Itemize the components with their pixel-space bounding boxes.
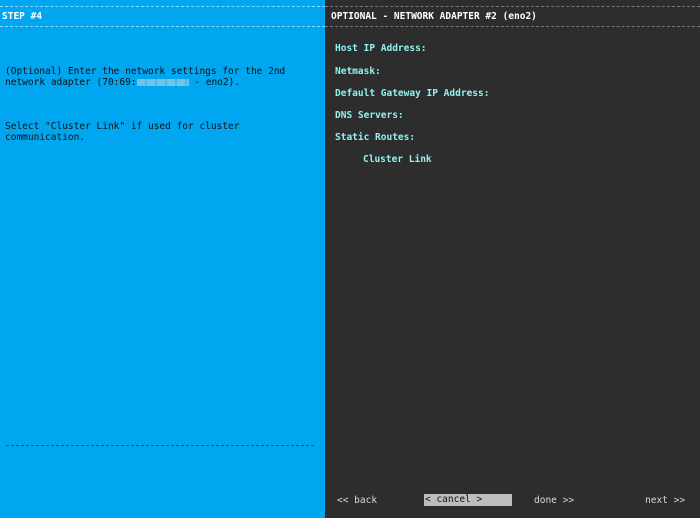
static-routes-field[interactable]: Static Routes:	[335, 132, 415, 143]
description-line-2-end: - eno2).	[188, 77, 241, 88]
cluster-link-option[interactable]: Cluster Link	[363, 154, 432, 165]
back-button[interactable]: << back	[337, 495, 377, 506]
description-line-3: Select "Cluster Link" if used for cluste…	[5, 121, 240, 132]
bottom-divider	[6, 445, 314, 446]
next-button[interactable]: next >>	[645, 495, 685, 506]
description-line-4: communication.	[5, 132, 86, 143]
network-adapter-form: OPTIONAL - NETWORK ADAPTER #2 (eno2) Hos…	[325, 0, 700, 518]
description-line-2-start: network adapter (70:69:	[5, 77, 137, 88]
step-description: (Optional) Enter the network settings fo…	[5, 44, 315, 176]
done-button[interactable]: done >>	[534, 495, 574, 506]
step-title: STEP #4	[2, 11, 43, 22]
dns-servers-field[interactable]: DNS Servers:	[335, 110, 404, 121]
top-divider	[0, 6, 325, 7]
cancel-button[interactable]: < cancel >	[424, 494, 512, 506]
netmask-field[interactable]: Netmask:	[335, 66, 381, 77]
title-divider	[0, 26, 325, 27]
redacted-mac-address	[136, 79, 189, 86]
form-title-divider	[325, 26, 700, 27]
form-top-divider	[325, 6, 700, 7]
form-title: OPTIONAL - NETWORK ADAPTER #2 (eno2)	[331, 11, 537, 22]
host-ip-field[interactable]: Host IP Address:	[335, 43, 427, 54]
step-description-pane: STEP #4 (Optional) Enter the network set…	[0, 0, 325, 518]
description-line-1: (Optional) Enter the network settings fo…	[5, 66, 286, 77]
default-gateway-field[interactable]: Default Gateway IP Address:	[335, 88, 489, 99]
